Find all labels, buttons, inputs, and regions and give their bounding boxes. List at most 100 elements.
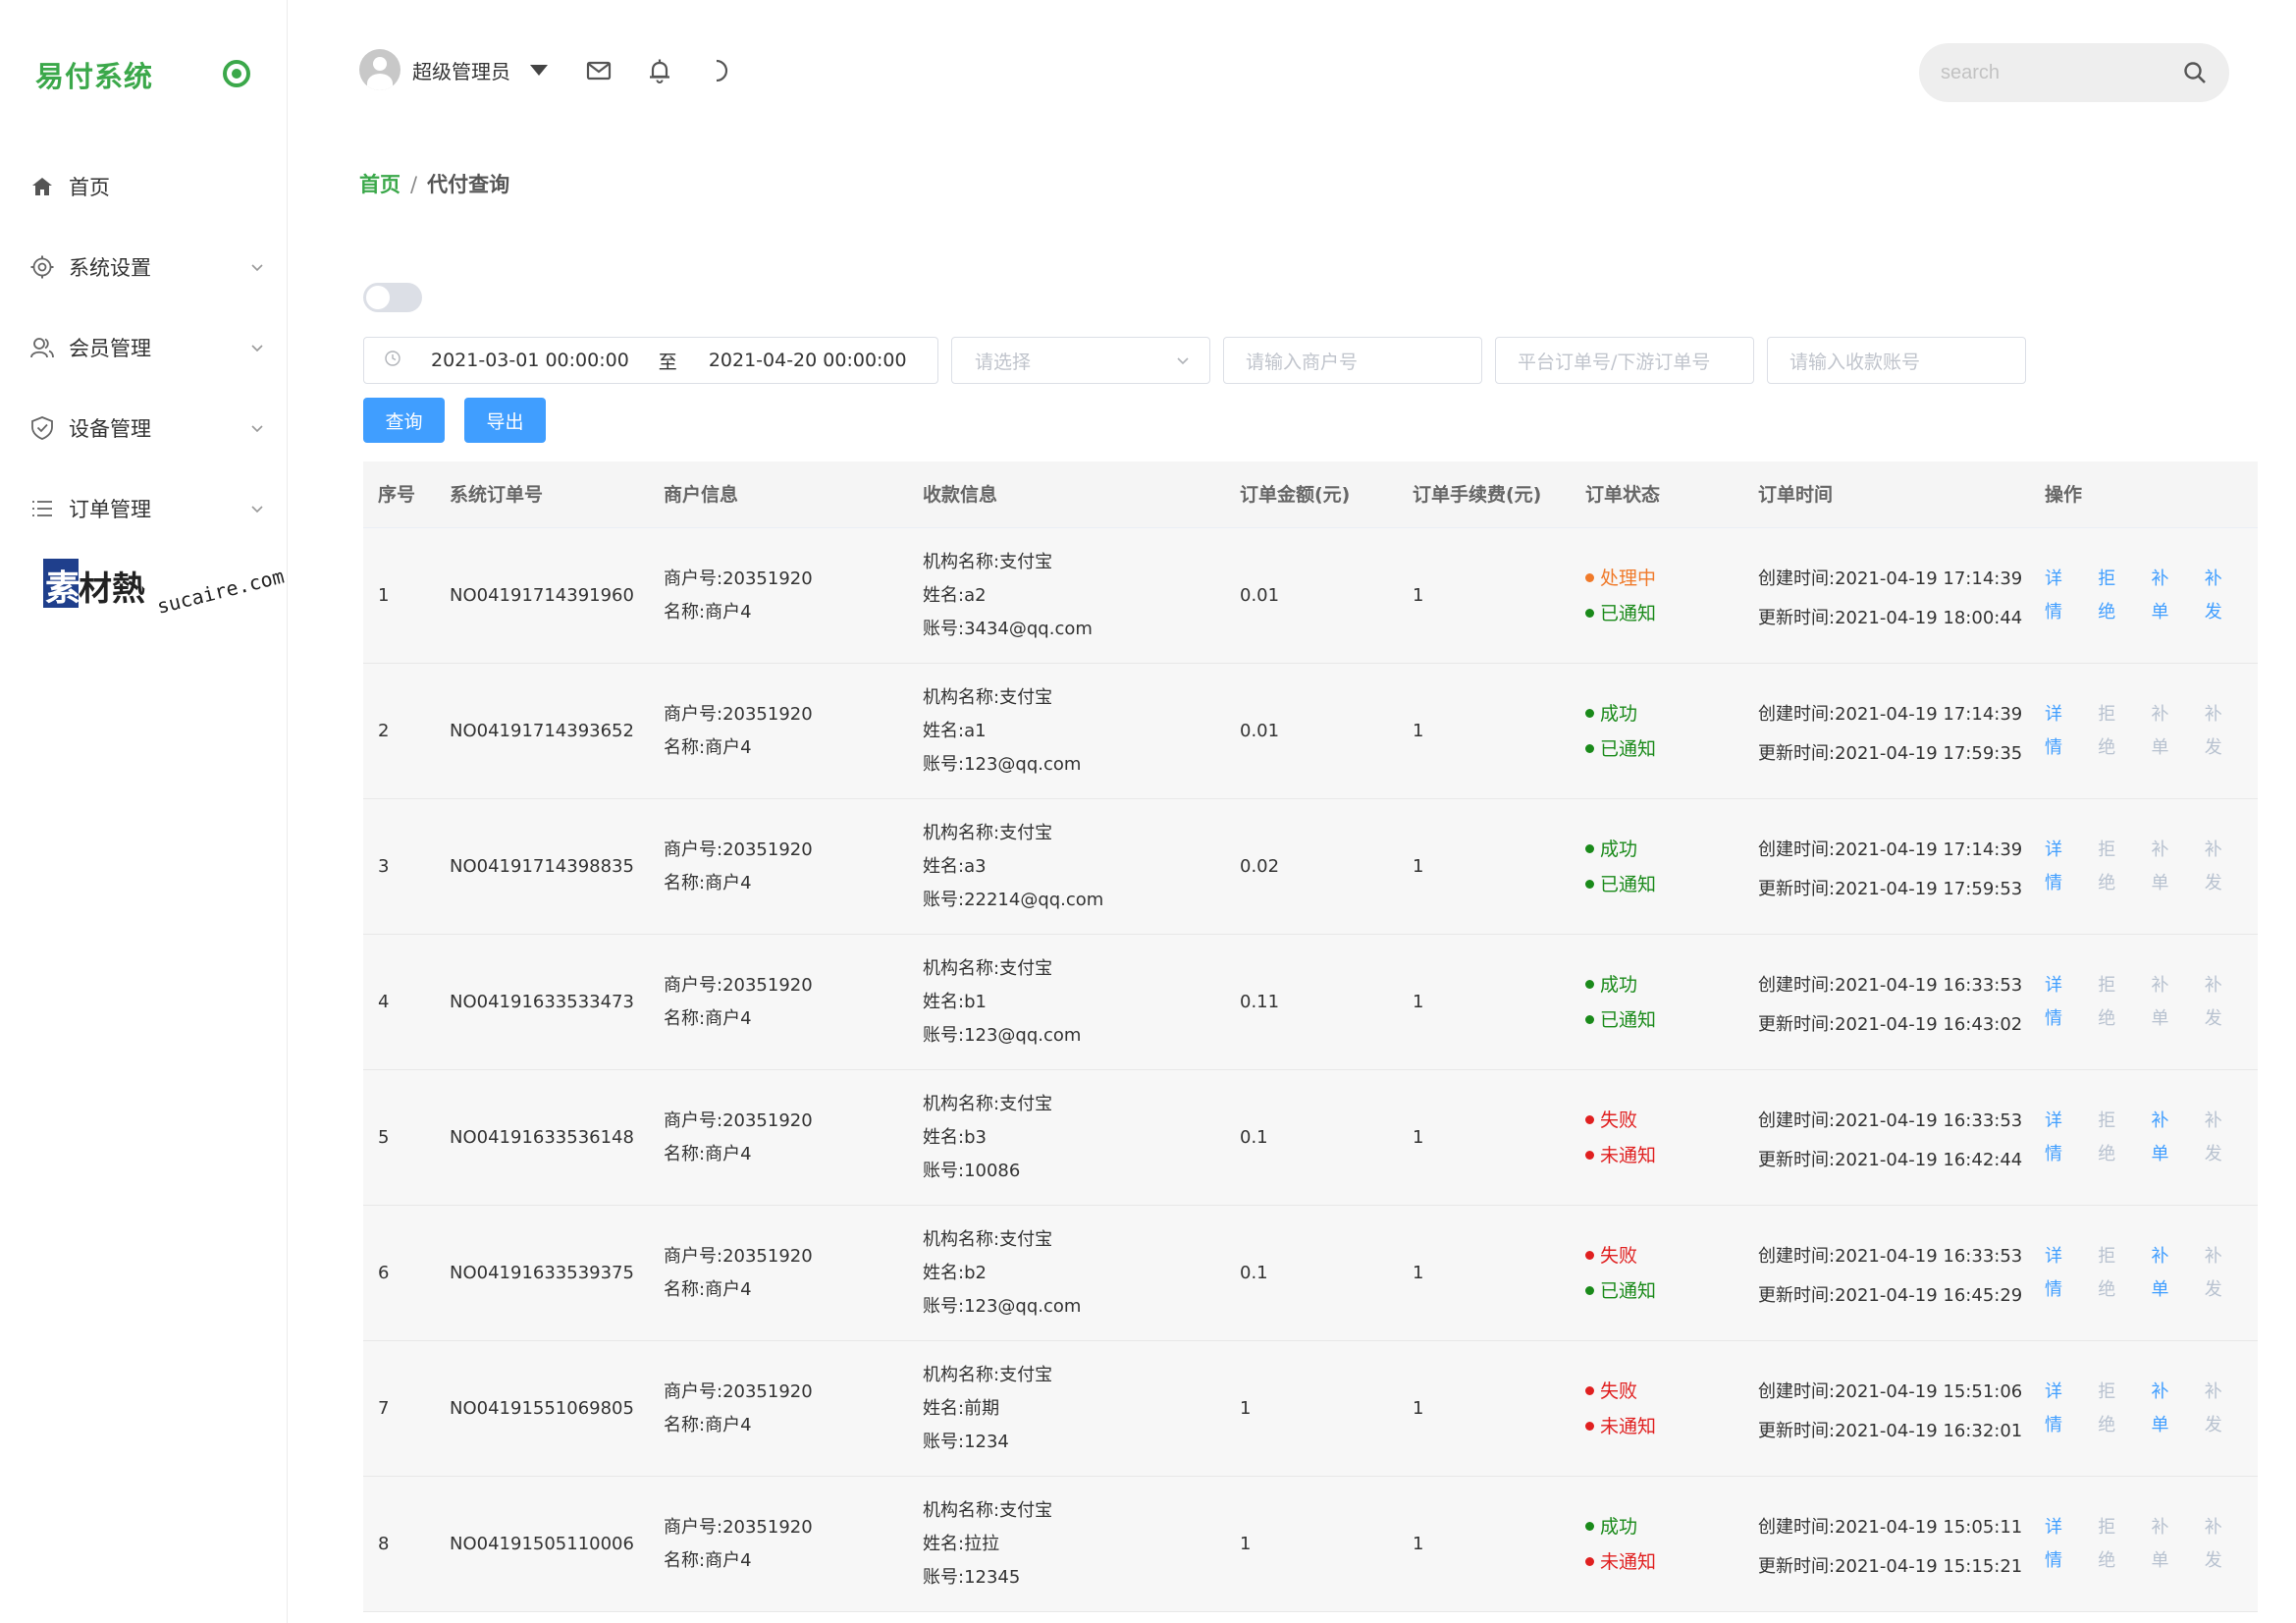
- search-input[interactable]: [1941, 61, 2176, 84]
- notify-dot: [1585, 1015, 1594, 1024]
- updated-time: 更新时间:2021-04-19 16:32:01: [1758, 1420, 2023, 1441]
- order-status: 成功 未通知: [1585, 1509, 1656, 1580]
- action-supplement-button[interactable]: 补单: [2152, 563, 2183, 629]
- notify-dot: [1585, 1557, 1594, 1566]
- filter-toggle-switch[interactable]: [363, 283, 422, 312]
- status-badge: 处理中: [1585, 561, 1656, 596]
- action-supplement-button[interactable]: 补单: [2152, 1105, 2183, 1171]
- notify-badge: 已通知: [1585, 731, 1656, 767]
- sidebar-item-order-management[interactable]: 订单管理: [29, 489, 265, 528]
- merchant-name: 名称:商户4: [664, 1414, 752, 1435]
- created-time: 创建时间:2021-04-19 17:14:39: [1758, 568, 2023, 589]
- input-placeholder: 请输入商户号: [1246, 351, 1359, 373]
- row-index: 5: [378, 1126, 390, 1148]
- action-detail-button[interactable]: 详情: [2045, 1376, 2076, 1442]
- action-supplement-button[interactable]: 补单: [2152, 1376, 2183, 1442]
- sidebar-item-device-management[interactable]: 设备管理: [29, 408, 265, 448]
- table-row: 2 NO04191714393652 商户号:20351920 名称:商户4 机构名称:…: [363, 664, 2258, 799]
- action-detail-button[interactable]: 详情: [2045, 1240, 2076, 1307]
- created-time: 创建时间:2021-04-19 17:14:39: [1758, 839, 2023, 860]
- row-index: 8: [378, 1533, 390, 1554]
- date-start-value[interactable]: 2021-03-01 00:00:00: [431, 350, 629, 371]
- date-range-picker[interactable]: 2021-03-01 00:00:00 至 2021-04-20 00:00:0…: [363, 337, 938, 384]
- order-number: NO04191714391960: [450, 584, 634, 606]
- updated-time: 更新时间:2021-04-19 16:43:02: [1758, 1013, 2023, 1035]
- export-button[interactable]: 导出: [464, 398, 546, 443]
- action-detail-button[interactable]: 详情: [2045, 1511, 2076, 1578]
- chevron-down-icon: [249, 417, 265, 441]
- radio-target-icon[interactable]: [223, 60, 250, 87]
- updated-time: 更新时间:2021-04-19 18:00:44: [1758, 607, 2023, 628]
- shield-icon: [29, 415, 55, 441]
- action-reject-button[interactable]: 拒绝: [2098, 563, 2129, 629]
- select-placeholder: 请选择: [975, 351, 1032, 373]
- breadcrumb-home-link[interactable]: 首页: [359, 173, 400, 196]
- table-row: 7 NO04191551069805 商户号:20351920 名称:商户4 机构名称:…: [363, 1341, 2258, 1477]
- list-icon: [29, 496, 55, 521]
- action-detail-button[interactable]: 详情: [2045, 563, 2076, 629]
- sidebar-item-home[interactable]: 首页: [29, 167, 265, 206]
- mail-icon[interactable]: [585, 57, 613, 84]
- order-amount: 0.02: [1240, 855, 1280, 877]
- order-fee: 1: [1413, 720, 1424, 741]
- status-text: 失败: [1600, 1109, 1638, 1131]
- payee-info: 机构名称:支付宝 姓名:前期 账号:1234: [923, 1359, 1052, 1459]
- action-reject-button: 拒绝: [2098, 974, 2116, 1029]
- search-box[interactable]: [1919, 43, 2229, 102]
- merchant-name: 名称:商户4: [664, 1007, 752, 1029]
- bell-icon[interactable]: [646, 57, 673, 84]
- notify-badge: 未通知: [1585, 1409, 1656, 1444]
- row-index: 4: [378, 991, 390, 1012]
- merchant-info: 商户号:20351920 名称:商户4: [664, 563, 813, 629]
- order-fee: 1: [1413, 1262, 1424, 1283]
- payee-account-input[interactable]: 请输入收款账号: [1767, 337, 2026, 384]
- merchant-number: 商户号:20351920: [664, 1245, 813, 1267]
- action-detail-button[interactable]: 详情: [2045, 1105, 2076, 1171]
- user-menu[interactable]: 超级管理员: [359, 49, 548, 90]
- merchant-info: 商户号:20351920 名称:商户4: [664, 1240, 813, 1307]
- row-actions: 详情 拒绝 补单 补发: [2045, 834, 2258, 900]
- date-end-value[interactable]: 2021-04-20 00:00:00: [709, 350, 907, 371]
- action-detail-button[interactable]: 详情: [2045, 834, 2076, 900]
- payee-name: 姓名:拉拉: [923, 1533, 1000, 1554]
- status-text: 成功: [1600, 1515, 1638, 1538]
- merchant-name: 名称:商户4: [664, 1278, 752, 1300]
- notify-badge: 已通知: [1585, 867, 1656, 902]
- action-supplement-button[interactable]: 补单: [2152, 1240, 2183, 1307]
- notify-text: 已通知: [1600, 1008, 1657, 1031]
- notify-text: 未通知: [1600, 1550, 1657, 1573]
- search-icon[interactable]: [2182, 60, 2208, 89]
- payee-name: 姓名:a2: [923, 584, 987, 606]
- action-detail-button[interactable]: 详情: [2045, 698, 2076, 765]
- notify-dot: [1585, 1422, 1594, 1431]
- order-number: NO04191633533473: [450, 991, 634, 1012]
- merchant-name: 名称:商户4: [664, 1143, 752, 1164]
- sidebar-item-system-settings[interactable]: 系统设置: [29, 247, 265, 287]
- column-header: 订单金额(元): [1240, 483, 1351, 506]
- merchant-number-input[interactable]: 请输入商户号: [1223, 337, 1482, 384]
- table-row: 6 NO04191633539375 商户号:20351920 名称:商户4 机构名称:…: [363, 1206, 2258, 1341]
- payee-name: 姓名:a1: [923, 720, 987, 741]
- payee-org: 机构名称:支付宝: [923, 1499, 1053, 1521]
- updated-time: 更新时间:2021-04-19 17:59:53: [1758, 878, 2023, 899]
- status-select[interactable]: 请选择: [951, 337, 1210, 384]
- notify-badge: 未通知: [1585, 1138, 1656, 1173]
- column-header: 订单手续费(元): [1413, 483, 1542, 506]
- moon-icon[interactable]: [707, 57, 734, 84]
- order-amount: 0.01: [1240, 720, 1280, 741]
- home-icon: [29, 174, 55, 199]
- query-button[interactable]: 查询: [363, 398, 445, 443]
- updated-time: 更新时间:2021-04-19 16:42:44: [1758, 1149, 2023, 1170]
- action-resend-button[interactable]: 补发: [2205, 563, 2236, 629]
- table-header: 序号 系统订单号 商户信息 收款信息 订单金额(元) 订单手续费(元) 订单状态…: [363, 461, 2258, 528]
- action-detail-button[interactable]: 详情: [2045, 969, 2076, 1036]
- created-time: 创建时间:2021-04-19 15:51:06: [1758, 1380, 2023, 1402]
- sidebar-item-label: 订单管理: [69, 498, 151, 521]
- payee-account: 账号:10086: [923, 1160, 1021, 1181]
- order-number-input[interactable]: 平台订单号/下游订单号: [1495, 337, 1754, 384]
- merchant-name: 名称:商户4: [664, 601, 752, 622]
- notify-badge: 已通知: [1585, 1273, 1656, 1309]
- order-number: NO04191714398835: [450, 855, 634, 877]
- sidebar-item-member-management[interactable]: 会员管理: [29, 328, 265, 367]
- order-status: 失败 未通知: [1585, 1374, 1656, 1444]
